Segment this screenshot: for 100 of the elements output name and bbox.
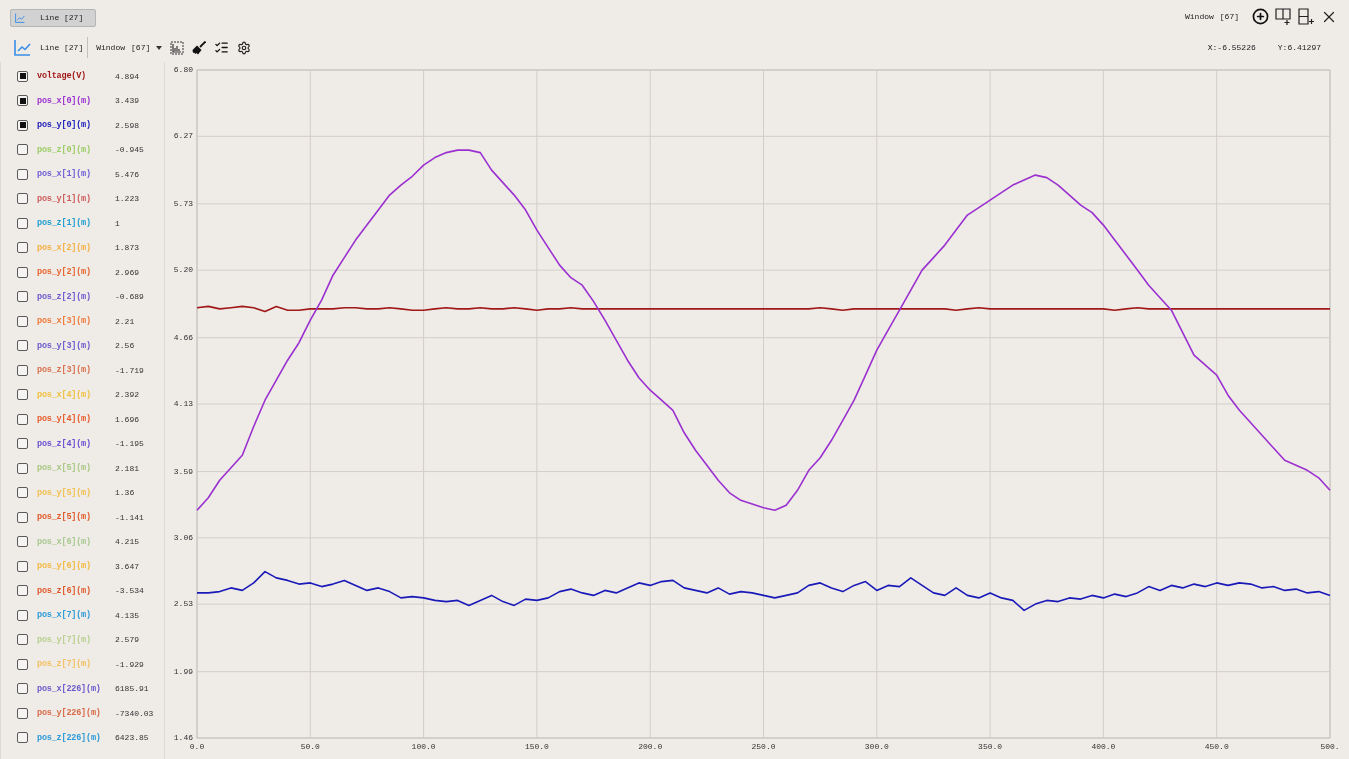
channel-value: 2.21 bbox=[115, 316, 136, 326]
split-plus-icon[interactable] bbox=[1298, 8, 1314, 25]
checkbox[interactable] bbox=[17, 217, 28, 229]
channel-name: pos_z[0](m) bbox=[37, 144, 92, 155]
checkbox[interactable] bbox=[17, 119, 28, 131]
channel-name: pos_z[2](m) bbox=[37, 291, 92, 302]
y-axis-label: 4.13 bbox=[173, 399, 193, 409]
channel-name: pos_z[1](m) bbox=[37, 218, 92, 229]
channel-value: 4.894 bbox=[115, 71, 140, 81]
channel-value: 6423.85 bbox=[115, 733, 150, 743]
checkbox[interactable] bbox=[17, 438, 28, 450]
channel-name: pos_x[1](m) bbox=[37, 169, 92, 180]
channel-name: pos_y[5](m) bbox=[37, 487, 92, 498]
window-label: Window bbox=[96, 43, 126, 52]
checkbox[interactable] bbox=[17, 144, 28, 156]
channel-value: 4.135 bbox=[115, 610, 140, 620]
channel-value: -1.719 bbox=[115, 365, 145, 375]
channel-name: voltage(V) bbox=[37, 71, 87, 82]
channel-name: pos_x[226](m) bbox=[37, 683, 102, 694]
checkbox[interactable] bbox=[17, 168, 28, 180]
channel-name: pos_z[3](m) bbox=[37, 365, 92, 376]
checkbox[interactable] bbox=[17, 658, 28, 670]
checkbox[interactable] bbox=[17, 389, 28, 401]
checkbox[interactable] bbox=[17, 511, 28, 523]
y-axis-label: 1.46 bbox=[173, 733, 193, 743]
x-axis-label: 200.0 bbox=[638, 742, 663, 752]
window-count: [67] bbox=[1219, 12, 1239, 21]
checkbox[interactable] bbox=[17, 193, 28, 205]
channel-name: pos_y[7](m) bbox=[37, 634, 92, 645]
checkbox[interactable] bbox=[17, 634, 28, 646]
channel-value: 5.476 bbox=[115, 169, 140, 179]
channel-value: 1.223 bbox=[115, 194, 140, 204]
channel-value: -1.141 bbox=[115, 512, 145, 522]
channel-name: pos_y[0](m) bbox=[37, 120, 92, 131]
x-axis-label: 50.0 bbox=[300, 742, 320, 752]
channel-name: pos_y[6](m) bbox=[37, 561, 92, 572]
channel-value: 1.36 bbox=[115, 488, 136, 498]
checkbox[interactable] bbox=[17, 536, 28, 548]
settings-icon[interactable] bbox=[237, 40, 252, 55]
channel-name: pos_z[5](m) bbox=[37, 512, 92, 523]
window-plus-icon[interactable] bbox=[1275, 8, 1292, 25]
channel-name: pos_x[2](m) bbox=[37, 242, 92, 253]
channel-name: pos_x[5](m) bbox=[37, 463, 92, 474]
channel-name: pos_z[4](m) bbox=[37, 438, 92, 449]
caret-icon bbox=[156, 45, 163, 50]
add-icon[interactable] bbox=[1252, 8, 1269, 25]
y-axis-label: 1.99 bbox=[173, 666, 193, 676]
channel-value: 2.579 bbox=[115, 635, 140, 645]
channel-name: pos_z[6](m) bbox=[37, 585, 92, 596]
checkbox[interactable] bbox=[17, 732, 28, 744]
channel-name: pos_y[2](m) bbox=[37, 267, 92, 278]
channel-name: pos_x[6](m) bbox=[37, 536, 92, 547]
channel-name: pos_y[4](m) bbox=[37, 414, 92, 425]
y-axis-label: 6.80 bbox=[173, 65, 193, 75]
broom-icon[interactable] bbox=[192, 40, 207, 55]
chart-frame-icon[interactable] bbox=[170, 40, 185, 55]
channel-value: 2.598 bbox=[115, 120, 140, 130]
checkbox[interactable] bbox=[17, 609, 28, 621]
channel-name: pos_y[1](m) bbox=[37, 193, 92, 204]
checkbox[interactable] bbox=[17, 95, 28, 107]
y-axis-label: 3.06 bbox=[173, 532, 193, 542]
checkbox[interactable] bbox=[17, 340, 28, 352]
window-dropdown[interactable]: [67] bbox=[131, 43, 163, 52]
channel-value: 3.647 bbox=[115, 561, 140, 571]
channel-value: 1 bbox=[115, 218, 121, 228]
checkbox[interactable] bbox=[17, 315, 28, 327]
cursor-y-readout: Y:6.41297 bbox=[1277, 43, 1321, 52]
line-chart-icon bbox=[15, 12, 25, 23]
checkbox[interactable] bbox=[17, 266, 28, 278]
chart-tab[interactable]: Line [27] bbox=[10, 8, 96, 27]
channel-value: 1.696 bbox=[115, 414, 140, 424]
x-axis-label: 450.0 bbox=[1204, 742, 1229, 752]
y-axis-label: 3.59 bbox=[173, 466, 193, 476]
checkbox[interactable] bbox=[17, 70, 28, 82]
channel-name: pos_z[226](m) bbox=[37, 732, 102, 743]
checkbox[interactable] bbox=[17, 364, 28, 376]
checkbox[interactable] bbox=[17, 560, 28, 572]
x-axis-label: 100.0 bbox=[411, 742, 436, 752]
channel-name: pos_y[3](m) bbox=[37, 340, 92, 351]
checkbox[interactable] bbox=[17, 707, 28, 719]
checkbox[interactable] bbox=[17, 585, 28, 597]
channel-value: -1.929 bbox=[115, 659, 145, 669]
channel-name: pos_z[7](m) bbox=[37, 659, 92, 670]
y-axis-label: 5.73 bbox=[173, 198, 193, 208]
channel-value: -1.195 bbox=[115, 439, 145, 449]
checkbox[interactable] bbox=[17, 462, 28, 474]
checkbox[interactable] bbox=[17, 683, 28, 695]
channel-name: pos_y[226](m) bbox=[37, 708, 102, 719]
checkbox[interactable] bbox=[17, 242, 28, 254]
checkbox[interactable] bbox=[17, 413, 28, 425]
checkbox[interactable] bbox=[17, 487, 28, 499]
chart-type-button[interactable]: Line [27] bbox=[14, 39, 84, 56]
y-axis-label: 2.53 bbox=[173, 599, 193, 609]
checklist-icon[interactable] bbox=[214, 40, 230, 55]
channel-value: 1.873 bbox=[115, 243, 140, 253]
checkbox[interactable] bbox=[17, 291, 28, 303]
window-label: Window bbox=[1185, 12, 1214, 21]
x-axis-label: 500. bbox=[1320, 742, 1340, 752]
line-chart-icon bbox=[14, 39, 31, 56]
channel-name: pos_x[3](m) bbox=[37, 316, 92, 327]
